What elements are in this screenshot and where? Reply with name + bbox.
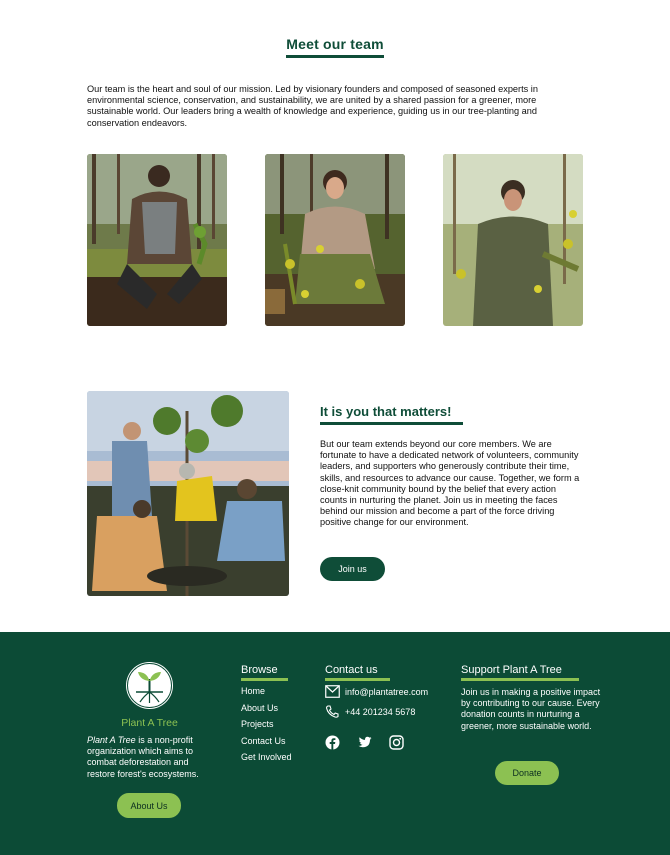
plant-logo-icon (126, 662, 173, 709)
team-intro-text: Our team is the heart and soul of our mi… (87, 84, 538, 128)
browse-links: Home About Us Projects Contact Us Get In… (241, 686, 292, 769)
donate-button[interactable]: Donate (495, 761, 559, 785)
brand-name: Plant A Tree (121, 717, 178, 729)
footer-link-get-involved[interactable]: Get Involved (241, 752, 292, 769)
envelope-icon (325, 685, 340, 698)
footer-link-contact-us[interactable]: Contact Us (241, 736, 292, 753)
footer-link-about-us[interactable]: About Us (241, 703, 292, 720)
team-title: Meet our team (286, 36, 384, 58)
facebook-icon[interactable] (325, 735, 340, 750)
twitter-icon[interactable] (357, 735, 372, 750)
footer-link-projects[interactable]: Projects (241, 719, 292, 736)
team-photo-3 (443, 154, 583, 326)
browse-title: Browse (241, 664, 288, 681)
support-text: Join us in making a positive impact by c… (461, 687, 601, 731)
phone-contact[interactable]: +44 201234 5678 (325, 705, 415, 718)
join-us-button[interactable]: Join us (320, 557, 385, 581)
team-section-header: Meet our team (0, 36, 670, 58)
phone-icon (325, 705, 339, 718)
matters-title: It is you that matters! (320, 404, 463, 425)
matters-text: But our team extends beyond our core mem… (320, 439, 580, 528)
instagram-icon[interactable] (389, 735, 404, 750)
support-title: Support Plant A Tree (461, 664, 579, 681)
email-contact[interactable]: info@plantatree.com (325, 685, 428, 698)
site-footer: Plant A Tree Plant A Tree is a non-profi… (0, 632, 670, 855)
team-photo-1 (87, 154, 227, 326)
volunteers-group-photo (87, 391, 289, 596)
contact-title: Contact us (325, 664, 390, 681)
phone-text: +44 201234 5678 (345, 706, 416, 717)
social-links (325, 735, 421, 750)
brand-name-italic: Plant A Tree (87, 735, 136, 745)
brand-description: Plant A Tree is a non-profit organizatio… (87, 735, 219, 780)
email-text: info@plantatree.com (345, 686, 429, 697)
team-photo-2 (265, 154, 405, 326)
footer-link-home[interactable]: Home (241, 686, 292, 703)
about-us-button[interactable]: About Us (117, 793, 181, 818)
